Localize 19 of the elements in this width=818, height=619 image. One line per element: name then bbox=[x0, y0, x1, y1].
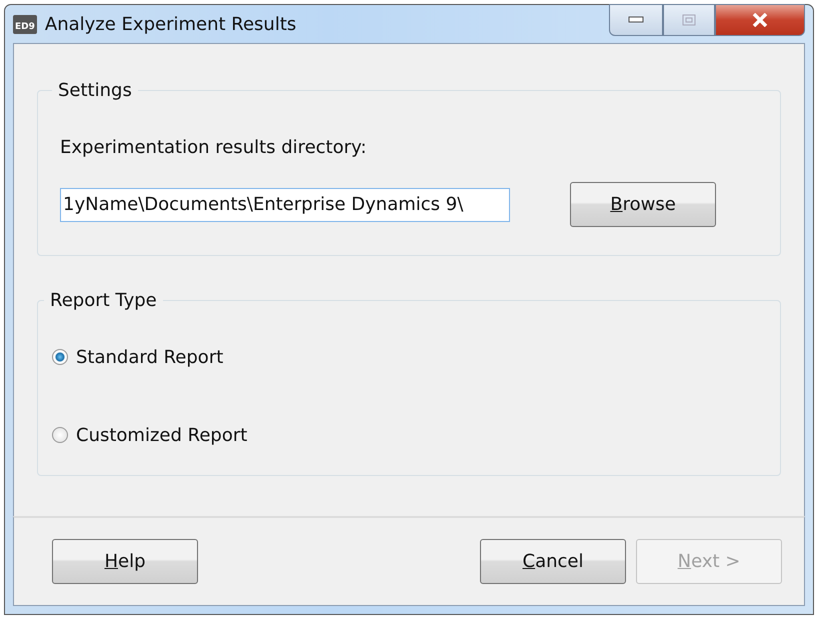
directory-label: Experimentation results directory: bbox=[60, 137, 368, 158]
group-title: Report Type bbox=[49, 290, 158, 311]
browse-button[interactable]: Browse bbox=[570, 182, 716, 227]
dialog-button[interactable]: Help bbox=[52, 539, 198, 584]
radio-button[interactable] bbox=[52, 427, 68, 443]
close-icon bbox=[752, 13, 768, 27]
maximize-icon bbox=[682, 14, 696, 26]
close-button[interactable] bbox=[715, 4, 805, 36]
dialog-button[interactable]: Cancel bbox=[480, 539, 626, 584]
minimize-button[interactable] bbox=[609, 4, 663, 36]
radio-label[interactable]: Standard Report bbox=[76, 346, 224, 368]
maximize-button[interactable] bbox=[663, 4, 715, 36]
directory-field[interactable]: 1yName\Documents\Enterprise Dynamics 9\ bbox=[60, 188, 510, 222]
app-icon: ED9 bbox=[13, 14, 37, 34]
radio-label[interactable]: Customized Report bbox=[76, 424, 248, 446]
radio-button[interactable] bbox=[52, 349, 68, 365]
window-title: Analyze Experiment Results bbox=[44, 14, 296, 34]
minimize-icon bbox=[628, 16, 644, 24]
group-title: Settings bbox=[57, 80, 133, 101]
